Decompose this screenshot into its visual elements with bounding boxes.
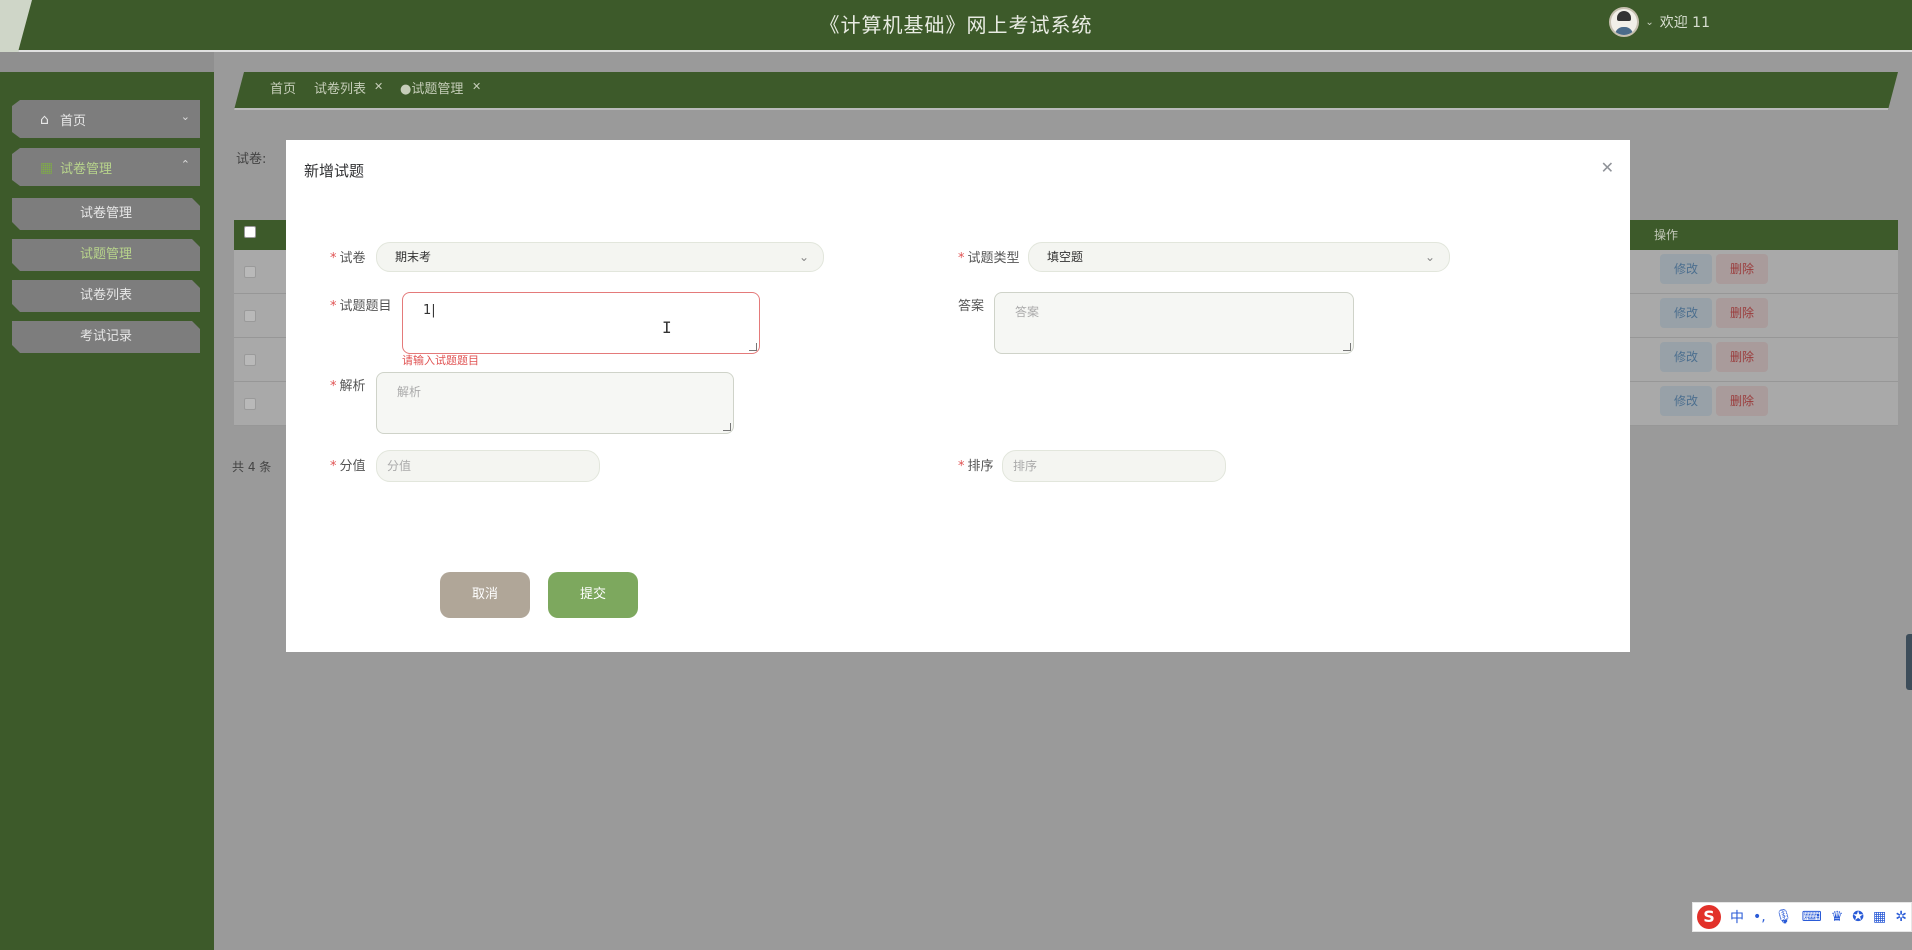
delete-button[interactable]: 删除 [1716, 254, 1768, 284]
edit-button[interactable]: 修改 [1660, 386, 1712, 416]
sidebar: ⌂ 首页 ⌄ ▦ 试卷管理 ⌃ 试卷管理 试题管理 试卷列表 考试记录 [0, 72, 214, 950]
question-value: 1| [423, 303, 436, 318]
delete-button[interactable]: 删除 [1716, 342, 1768, 372]
sidebar-item-label: 试卷管理 [60, 161, 113, 177]
skin-icon[interactable]: ♛ [1831, 909, 1844, 925]
paper-select-value: 期末考 [395, 250, 432, 264]
question-type-value: 填空题 [1047, 250, 1084, 264]
ime-toolbar[interactable]: S 中 •, 🎙 ⌨ ♛ ✪ ▦ ✲ [1692, 902, 1912, 932]
welcome-text: 欢迎 11 [1659, 15, 1710, 31]
resize-handle[interactable] [749, 343, 757, 351]
sidebar-strip [0, 52, 214, 72]
tab-label: 试卷列表 [314, 82, 367, 97]
pagination-total: 共 4 条 [232, 460, 272, 474]
chevron-down-icon: ⌄ [1424, 250, 1435, 264]
analysis-textarea[interactable]: 解析 [376, 372, 734, 434]
avatar[interactable] [1609, 7, 1640, 37]
question-type-label: * 试题类型 [958, 251, 1020, 266]
submit-button[interactable]: 提交 [548, 572, 638, 618]
sort-placeholder: 排序 [1013, 459, 1038, 473]
answer-label: 答案 [958, 299, 985, 314]
tabs-bar: 首页 试卷列表 ✕ ●试题管理 ✕ [234, 72, 1898, 110]
paper-select[interactable]: 期末考 ⌄ [376, 242, 824, 272]
grid-icon: ▦ [40, 160, 54, 176]
score-placeholder: 分值 [387, 459, 412, 473]
sidebar-subitem-question-management[interactable]: 试题管理 [12, 239, 200, 271]
edit-button[interactable]: 修改 [1660, 342, 1712, 372]
tab-paper-list[interactable]: 试卷列表 [314, 72, 366, 108]
ime-punctuation[interactable]: •, [1753, 909, 1766, 925]
sort-label: * 排序 [958, 459, 994, 474]
sidebar-item-label: 首页 [60, 113, 87, 129]
sidebar-item-home[interactable]: ⌂ 首页 ⌄ [12, 100, 200, 138]
row-checkbox[interactable] [244, 310, 256, 322]
sogou-logo-icon[interactable]: S [1697, 905, 1721, 929]
close-icon[interactable]: ✕ [374, 80, 383, 93]
filter-label: 试卷: [236, 152, 267, 167]
row-checkbox[interactable] [244, 398, 256, 410]
question-label: * 试题题目 [330, 299, 392, 314]
sidebar-subitem-paper-list[interactable]: 试卷列表 [12, 280, 200, 312]
user-menu[interactable]: ⌄ 欢迎 11 [1609, 6, 1710, 38]
answer-placeholder: 答案 [1015, 305, 1040, 319]
question-textarea[interactable]: 1| [402, 292, 760, 354]
row-checkbox[interactable] [244, 354, 256, 366]
score-label: * 分值 [330, 459, 366, 474]
close-icon[interactable]: ✕ [1601, 158, 1614, 177]
cancel-button[interactable]: 取消 [440, 572, 530, 618]
answer-textarea[interactable]: 答案 [994, 292, 1354, 354]
row-checkbox[interactable] [244, 266, 256, 278]
grid-icon[interactable]: ▦ [1873, 909, 1886, 925]
chevron-down-icon[interactable]: ⌄ [1645, 17, 1653, 28]
sidebar-item-paper-management[interactable]: ▦ 试卷管理 ⌃ [12, 148, 200, 186]
text-cursor-icon: I [662, 318, 672, 337]
sidebar-subitem-paper-management[interactable]: 试卷管理 [12, 198, 200, 230]
microphone-icon[interactable]: 🎙 [1775, 909, 1793, 925]
edit-button[interactable]: 修改 [1660, 254, 1712, 284]
tab-label: ●试题管理 [400, 82, 464, 97]
select-all-checkbox[interactable] [244, 226, 256, 238]
edit-button[interactable]: 修改 [1660, 298, 1712, 328]
delete-button[interactable]: 删除 [1716, 386, 1768, 416]
tab-home[interactable]: 首页 [270, 72, 296, 108]
action-column-header: 操作 [1654, 228, 1679, 242]
settings-icon[interactable]: ✲ [1895, 909, 1907, 925]
gamepad-icon[interactable]: ✪ [1852, 909, 1864, 925]
analysis-placeholder: 解析 [397, 385, 422, 399]
ime-language[interactable]: 中 [1730, 907, 1744, 927]
add-question-dialog: 新增试题 ✕ * 试卷 期末考 ⌄ * 试题类型 填空题 ⌄ * 试题题目 1| I … [286, 140, 1630, 652]
resize-handle[interactable] [1343, 343, 1351, 351]
resize-handle[interactable] [723, 423, 731, 431]
chevron-up-icon: ⌃ [180, 158, 190, 171]
question-error-message: 请输入试题题目 [402, 354, 479, 367]
sidebar-subitem-exam-records[interactable]: 考试记录 [12, 321, 200, 353]
tab-question-management[interactable]: ●试题管理 [400, 72, 463, 108]
score-input[interactable]: 分值 [376, 450, 600, 482]
keyboard-icon[interactable]: ⌨ [1802, 909, 1822, 925]
home-icon: ⌂ [40, 112, 49, 128]
sort-input[interactable]: 排序 [1002, 450, 1226, 482]
top-header: 《计算机基础》网上考试系统 ⌄ 欢迎 11 [0, 0, 1912, 52]
scrollbar[interactable] [1906, 634, 1912, 690]
close-icon[interactable]: ✕ [472, 80, 481, 93]
paper-label: * 试卷 [330, 251, 366, 266]
analysis-label: * 解析 [330, 379, 366, 394]
question-type-select[interactable]: 填空题 ⌄ [1028, 242, 1450, 272]
delete-button[interactable]: 删除 [1716, 298, 1768, 328]
chevron-down-icon: ⌄ [180, 110, 190, 123]
chevron-down-icon: ⌄ [798, 250, 809, 264]
dialog-title: 新增试题 [304, 162, 365, 180]
